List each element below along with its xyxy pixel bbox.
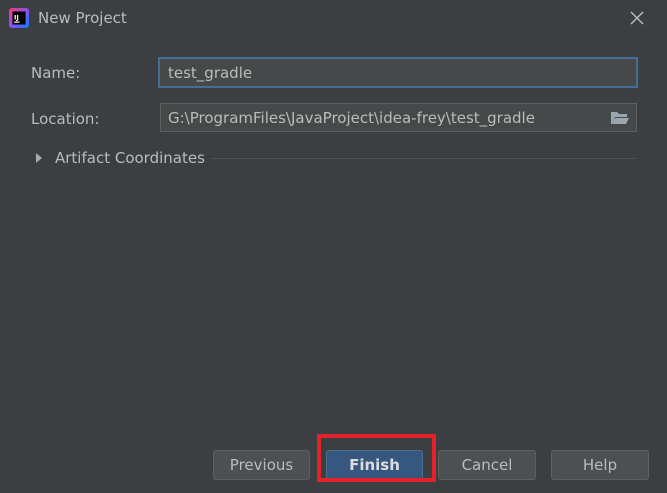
folder-icon[interactable] <box>610 109 630 126</box>
chevron-right-icon <box>36 153 42 163</box>
cancel-button[interactable]: Cancel <box>438 450 536 480</box>
intellij-idea-icon: IJ <box>9 8 29 28</box>
name-label: Name: <box>31 64 81 82</box>
location-input[interactable] <box>161 104 601 131</box>
help-button[interactable]: Help <box>551 450 649 480</box>
separator <box>210 158 636 159</box>
close-icon[interactable] <box>628 9 646 27</box>
window-title: New Project <box>38 9 127 27</box>
location-label: Location: <box>31 110 100 128</box>
finish-button[interactable]: Finish <box>326 450 423 480</box>
title-bar: IJ New Project <box>0 0 667 37</box>
previous-button[interactable]: Previous <box>213 450 310 480</box>
artifact-coordinates-toggle[interactable]: Artifact Coordinates <box>36 148 638 170</box>
svg-text:IJ: IJ <box>14 14 19 22</box>
artifact-coordinates-label: Artifact Coordinates <box>55 149 205 167</box>
location-field <box>160 103 637 132</box>
name-input[interactable] <box>158 57 638 88</box>
